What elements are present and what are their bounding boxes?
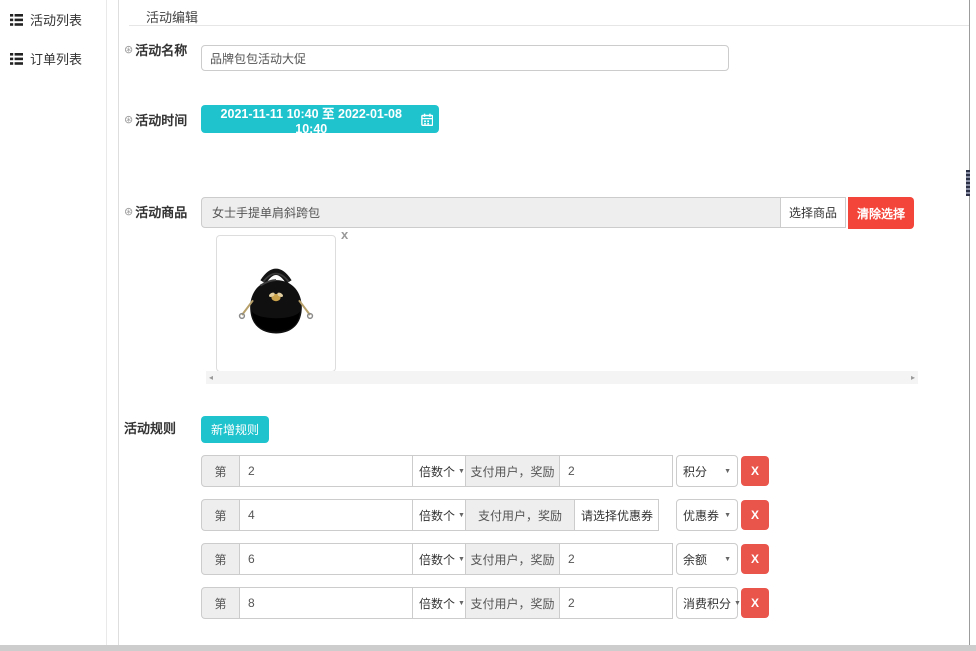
product-thumbnail-card (216, 235, 336, 372)
rule-row: 第 倍数个 ▼ 支付用户，奖励 余额 ▼ X (201, 543, 769, 575)
activity-product-input[interactable] (201, 197, 781, 228)
rule-reward-type-select[interactable]: 消费积分 ▼ (676, 587, 738, 619)
tab-divider (129, 25, 969, 26)
gear-icon: ⊛ (124, 205, 133, 218)
scroll-left-icon[interactable]: ◂ (209, 373, 213, 382)
rule-row: 第 倍数个 ▼ 支付用户，奖励 请选择优惠券 优惠券 ▼ X (201, 499, 769, 531)
rule-multiple-input[interactable] (239, 587, 413, 619)
activity-name-input[interactable] (201, 45, 729, 71)
remove-rule-button[interactable]: X (741, 456, 769, 486)
remove-product-icon[interactable]: x (341, 228, 348, 241)
activity-name-label: ⊛ 活动名称 (124, 40, 187, 59)
th-list-icon (10, 53, 23, 65)
rule-reward-value-input[interactable] (559, 543, 673, 575)
chevron-down-icon: ▼ (458, 600, 465, 607)
rule-reward-value-input[interactable] (559, 455, 673, 487)
rule-multiple-input[interactable] (239, 499, 413, 531)
rule-prefix-label: 第 (201, 499, 240, 531)
activity-time-button[interactable]: 2021-11-11 10:40 至 2022-01-08 10:40 (201, 105, 439, 133)
activity-time-range: 2021-11-11 10:40 至 2022-01-08 10:40 (207, 103, 416, 136)
sidebar-item-label: 订单列表 (30, 49, 82, 68)
remove-rule-button[interactable]: X (741, 544, 769, 574)
page-horizontal-scrollbar[interactable] (0, 645, 976, 651)
clear-selection-button[interactable]: 清除选择 (848, 197, 914, 229)
choose-coupon-button[interactable]: 请选择优惠券 (574, 499, 659, 531)
rule-reward-label: 支付用户，奖励 (465, 543, 560, 575)
rule-multiple-input[interactable] (239, 455, 413, 487)
chevron-down-icon: ▼ (458, 556, 465, 563)
tab-activity-edit[interactable]: 活动编辑 (146, 7, 198, 26)
sidebar: 活动列表 订单列表 (0, 0, 107, 645)
rule-reward-type-select[interactable]: 积分 ▼ (676, 455, 738, 487)
gear-icon: ⊛ (124, 43, 133, 56)
select-product-button[interactable]: 选择商品 (780, 197, 846, 228)
chevron-down-icon: ▼ (734, 600, 741, 607)
chevron-down-icon: ▼ (458, 468, 465, 475)
add-rule-button[interactable]: 新增规则 (201, 416, 269, 443)
rule-unit-select[interactable]: 倍数个 ▼ (412, 499, 466, 531)
rule-prefix-label: 第 (201, 543, 240, 575)
activity-time-label: ⊛ 活动时间 (124, 110, 187, 129)
rule-reward-label: 支付用户，奖励 (465, 587, 560, 619)
sidebar-item-activity-list[interactable]: 活动列表 (0, 0, 106, 39)
chevron-down-icon: ▼ (458, 512, 465, 519)
rule-unit-select[interactable]: 倍数个 ▼ (412, 587, 466, 619)
chevron-down-icon: ▼ (724, 556, 731, 563)
rule-reward-type-select[interactable]: 优惠券 ▼ (676, 499, 738, 531)
sidebar-item-order-list[interactable]: 订单列表 (0, 39, 106, 78)
main-panel: 活动编辑 ⊛ 活动名称 ⊛ 活动时间 2021-11-11 10:40 至 20… (118, 0, 970, 645)
rule-reward-value-input[interactable] (559, 587, 673, 619)
chevron-down-icon: ▼ (724, 512, 731, 519)
vertical-scrollbar-thumb[interactable] (966, 170, 970, 196)
rule-prefix-label: 第 (201, 587, 240, 619)
rule-unit-select[interactable]: 倍数个 ▼ (412, 455, 466, 487)
sidebar-item-label: 活动列表 (30, 10, 82, 29)
gear-icon: ⊛ (124, 113, 133, 126)
rule-row: 第 倍数个 ▼ 支付用户，奖励 消费积分 ▼ X (201, 587, 769, 619)
rule-prefix-label: 第 (201, 455, 240, 487)
chevron-down-icon: ▼ (724, 468, 731, 475)
rule-row: 第 倍数个 ▼ 支付用户，奖励 积分 ▼ X (201, 455, 769, 487)
remove-rule-button[interactable]: X (741, 588, 769, 618)
activity-product-label: ⊛ 活动商品 (124, 202, 187, 221)
rule-unit-select[interactable]: 倍数个 ▼ (412, 543, 466, 575)
page: 活动列表 订单列表 活动编辑 ⊛ 活动名称 ⊛ 活动时间 2021-11-11 … (0, 0, 976, 651)
rule-reward-label: 支付用户，奖励 (465, 499, 575, 531)
calendar-icon (421, 113, 434, 126)
rule-reward-type-select[interactable]: 余额 ▼ (676, 543, 738, 575)
product-horizontal-scrollbar[interactable]: ◂ ▸ (206, 371, 918, 384)
rule-reward-label: 支付用户，奖励 (465, 455, 560, 487)
handbag-image (230, 254, 322, 354)
rule-multiple-input[interactable] (239, 543, 413, 575)
activity-rules-label: 活动规则 (124, 418, 176, 437)
scroll-right-icon[interactable]: ▸ (911, 373, 915, 382)
th-list-icon (10, 14, 23, 26)
remove-rule-button[interactable]: X (741, 500, 769, 530)
